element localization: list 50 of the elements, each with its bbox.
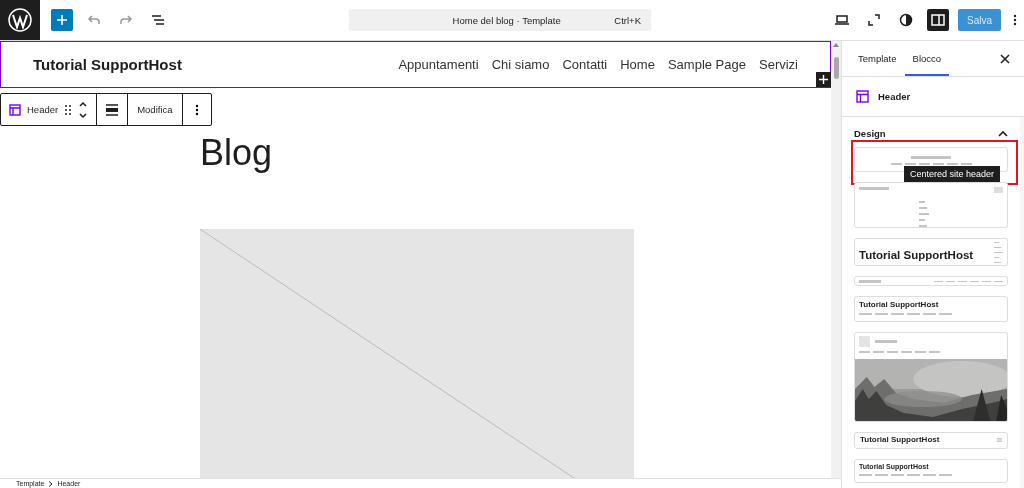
section-toggle[interactable]: Design bbox=[854, 119, 1008, 147]
pattern-preview[interactable]: Tutorial SupportHost bbox=[854, 296, 1008, 322]
plus-icon bbox=[56, 14, 68, 26]
nav-lines-drawing bbox=[934, 280, 1003, 283]
menu-icon bbox=[997, 437, 1002, 442]
sidebar-toggle-icon[interactable] bbox=[926, 9, 949, 31]
pattern-preview[interactable]: Tutorial SupportHost bbox=[854, 432, 1008, 449]
preview-site-title: Tutorial SupportHost bbox=[859, 249, 974, 261]
preview-site-title: Tutorial SupportHost bbox=[859, 300, 940, 309]
nav-link[interactable]: Contatti bbox=[562, 57, 608, 72]
logo-placeholder-icon bbox=[859, 336, 870, 347]
preview-site-title: Tutorial SupportHost bbox=[860, 435, 940, 444]
block-name: Header bbox=[27, 104, 59, 115]
menu-icon bbox=[994, 187, 1003, 193]
nav-link[interactable]: Chi siamo bbox=[491, 57, 550, 72]
title-line-drawing bbox=[911, 156, 951, 159]
sidebar-tab[interactable]: Template bbox=[850, 41, 905, 76]
block-name: Header bbox=[878, 91, 911, 102]
page-title: Blog bbox=[200, 133, 274, 173]
command-bar[interactable]: Home del blog · Template Ctrl+K bbox=[349, 9, 651, 31]
nav-link[interactable]: Servizi bbox=[759, 57, 798, 72]
header-block-icon bbox=[856, 90, 869, 103]
plus-icon bbox=[819, 75, 828, 84]
title-line-drawing bbox=[859, 187, 889, 190]
move-arrows-icon[interactable] bbox=[78, 99, 89, 120]
nav-link[interactable]: Home bbox=[620, 57, 655, 72]
sidebar-tab[interactable]: Blocco bbox=[904, 41, 950, 76]
site-title: Tutorial SupportHost bbox=[33, 56, 182, 73]
tooltip: Centered site header bbox=[904, 166, 1001, 182]
shortcut-hint: Ctrl+K bbox=[614, 14, 641, 26]
nav-link[interactable]: Appuntamenti bbox=[398, 57, 479, 72]
chevron-up-icon bbox=[998, 129, 1008, 137]
nav-link[interactable]: Sample Page bbox=[667, 57, 746, 72]
drag-handle-icon[interactable] bbox=[64, 103, 73, 116]
chevron-right-icon bbox=[48, 480, 54, 487]
wordpress-logo[interactable] bbox=[0, 0, 40, 40]
add-block-button[interactable] bbox=[816, 72, 831, 87]
header-block[interactable]: Tutorial SupportHost Appuntamenti Chi siamo Contatti Home Sample Page Servizi bbox=[0, 41, 831, 88]
nav-lines-drawing bbox=[994, 242, 1003, 265]
align-icon[interactable] bbox=[105, 103, 120, 116]
title-line-drawing bbox=[859, 280, 881, 283]
pattern-preview[interactable]: Tutorial SupportHost bbox=[854, 238, 1008, 266]
pattern-preview[interactable] bbox=[854, 332, 1008, 422]
title-line-drawing bbox=[875, 340, 897, 343]
scrollbar[interactable] bbox=[831, 41, 841, 478]
nav-lines-drawing bbox=[919, 201, 929, 227]
edit-button[interactable]: Modifica bbox=[136, 104, 174, 115]
header-block-icon bbox=[9, 103, 21, 116]
scrollbar-thumb[interactable] bbox=[833, 57, 839, 79]
scroll-up-icon[interactable] bbox=[833, 43, 839, 47]
